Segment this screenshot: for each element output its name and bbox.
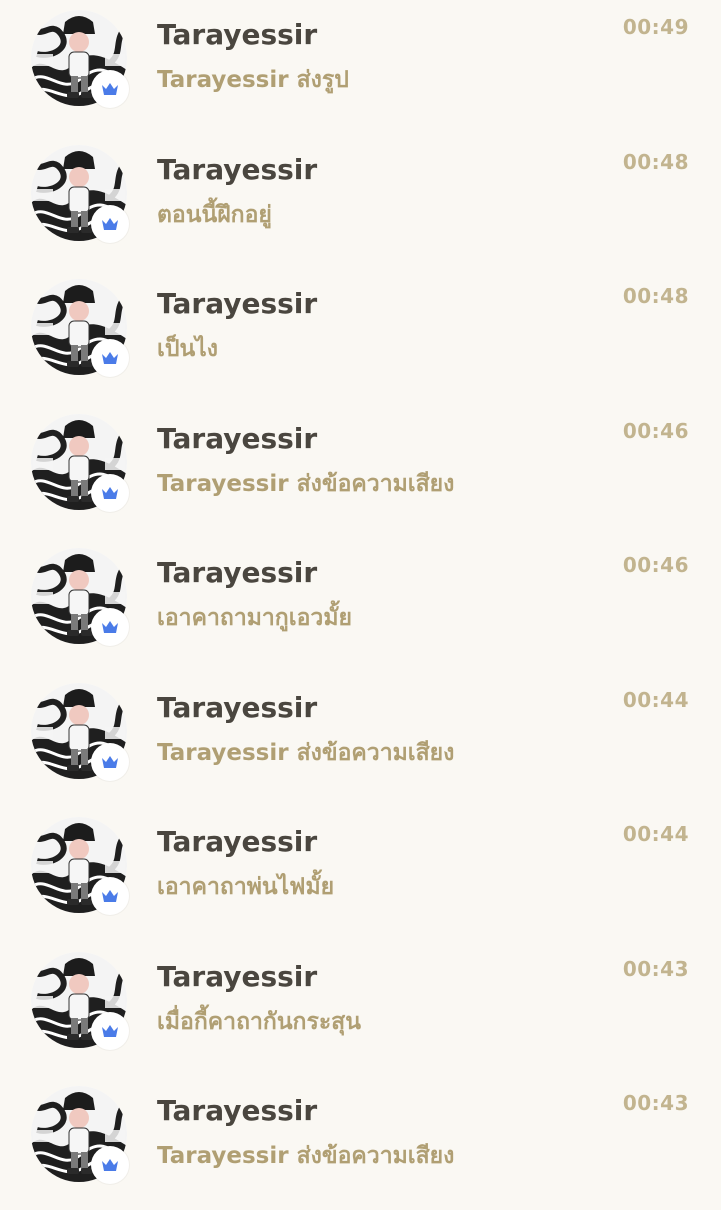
message-timestamp: 00:49 bbox=[622, 15, 689, 39]
chat-row[interactable]: Tarayessir เป็นไง 00:48 bbox=[0, 269, 721, 403]
crown-badge-icon bbox=[91, 743, 129, 781]
contact-name: Tarayessir bbox=[157, 153, 318, 186]
contact-name: Tarayessir bbox=[157, 691, 318, 724]
chat-row[interactable]: Tarayessir Tarayessir ส่งข้อความเสียง 00… bbox=[0, 404, 721, 538]
contact-name: Tarayessir bbox=[157, 18, 318, 51]
chat-row[interactable]: Tarayessir Tarayessir ส่งรูป 00:49 bbox=[0, 0, 721, 134]
contact-name: Tarayessir bbox=[157, 422, 318, 455]
message-timestamp: 00:43 bbox=[622, 957, 689, 981]
crown-badge-icon bbox=[91, 70, 129, 108]
chat-row[interactable]: Tarayessir เอาคาถาพ่นไฟมั้ย 00:44 bbox=[0, 807, 721, 941]
message-preview: Tarayessir ส่งข้อความเสียง bbox=[157, 471, 455, 497]
crown-badge-icon bbox=[91, 1146, 129, 1184]
message-preview: Tarayessir ส่งข้อความเสียง bbox=[157, 740, 455, 766]
chat-list: Tarayessir Tarayessir ส่งรูป 00:49 Taray… bbox=[0, 0, 721, 1200]
contact-name: Tarayessir bbox=[157, 556, 318, 589]
message-preview: เอาคาถาพ่นไฟมั้ย bbox=[157, 874, 335, 900]
chat-row[interactable]: Tarayessir Tarayessir ส่งข้อความเสียง 00… bbox=[0, 1076, 721, 1210]
message-timestamp: 00:46 bbox=[622, 553, 689, 577]
crown-badge-icon bbox=[91, 1012, 129, 1050]
contact-name: Tarayessir bbox=[157, 960, 318, 993]
contact-name: Tarayessir bbox=[157, 1094, 318, 1127]
message-timestamp: 00:43 bbox=[622, 1091, 689, 1115]
crown-badge-icon bbox=[91, 608, 129, 646]
chat-row[interactable]: Tarayessir เอาคาถามากูเอวมั้ย 00:46 bbox=[0, 538, 721, 672]
crown-badge-icon bbox=[91, 339, 129, 377]
contact-name: Tarayessir bbox=[157, 825, 318, 858]
chat-row[interactable]: Tarayessir Tarayessir ส่งข้อความเสียง 00… bbox=[0, 673, 721, 807]
chat-row[interactable]: Tarayessir เมื่อกี้คาถากันกระสุน 00:43 bbox=[0, 942, 721, 1076]
message-timestamp: 00:48 bbox=[622, 284, 689, 308]
crown-badge-icon bbox=[91, 877, 129, 915]
message-timestamp: 00:44 bbox=[622, 688, 689, 712]
message-timestamp: 00:44 bbox=[622, 822, 689, 846]
crown-badge-icon bbox=[91, 474, 129, 512]
message-preview: Tarayessir ส่งรูป bbox=[157, 67, 349, 93]
message-preview: เอาคาถามากูเอวมั้ย bbox=[157, 605, 352, 631]
message-preview: เมื่อกี้คาถากันกระสุน bbox=[157, 1009, 361, 1035]
message-timestamp: 00:46 bbox=[622, 419, 689, 443]
message-preview: ตอนนี้ฝึกอยู่ bbox=[157, 202, 272, 228]
chat-row[interactable]: Tarayessir ตอนนี้ฝึกอยู่ 00:48 bbox=[0, 135, 721, 269]
message-preview: Tarayessir ส่งข้อความเสียง bbox=[157, 1143, 455, 1169]
crown-badge-icon bbox=[91, 205, 129, 243]
message-timestamp: 00:48 bbox=[622, 150, 689, 174]
message-preview: เป็นไง bbox=[157, 336, 218, 362]
contact-name: Tarayessir bbox=[157, 287, 318, 320]
